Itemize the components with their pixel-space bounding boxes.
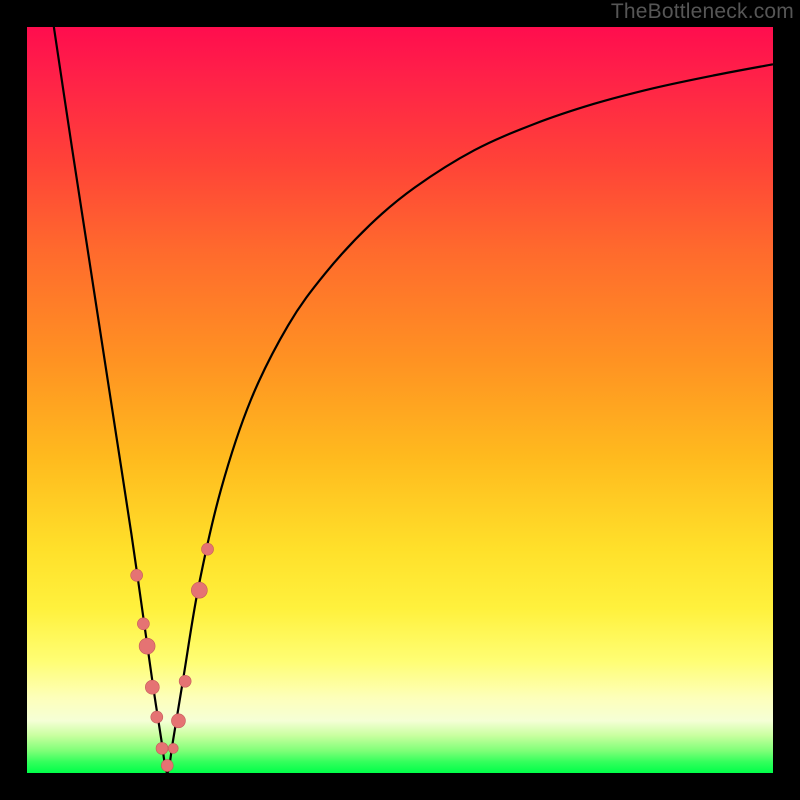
curve-path: [54, 27, 773, 773]
data-marker: [168, 743, 178, 753]
data-marker: [131, 569, 143, 581]
data-marker: [161, 760, 173, 772]
data-marker: [139, 638, 155, 654]
data-marker: [191, 582, 207, 598]
chart-frame: TheBottleneck.com: [0, 0, 800, 800]
data-marker: [171, 714, 185, 728]
data-marker: [137, 618, 149, 630]
data-marker: [202, 543, 214, 555]
data-marker: [145, 680, 159, 694]
bottleneck-curve: [27, 27, 773, 773]
watermark-text: TheBottleneck.com: [611, 0, 794, 24]
data-marker: [151, 711, 163, 723]
plot-area: [27, 27, 773, 773]
data-marker: [179, 675, 191, 687]
data-marker: [156, 742, 168, 754]
